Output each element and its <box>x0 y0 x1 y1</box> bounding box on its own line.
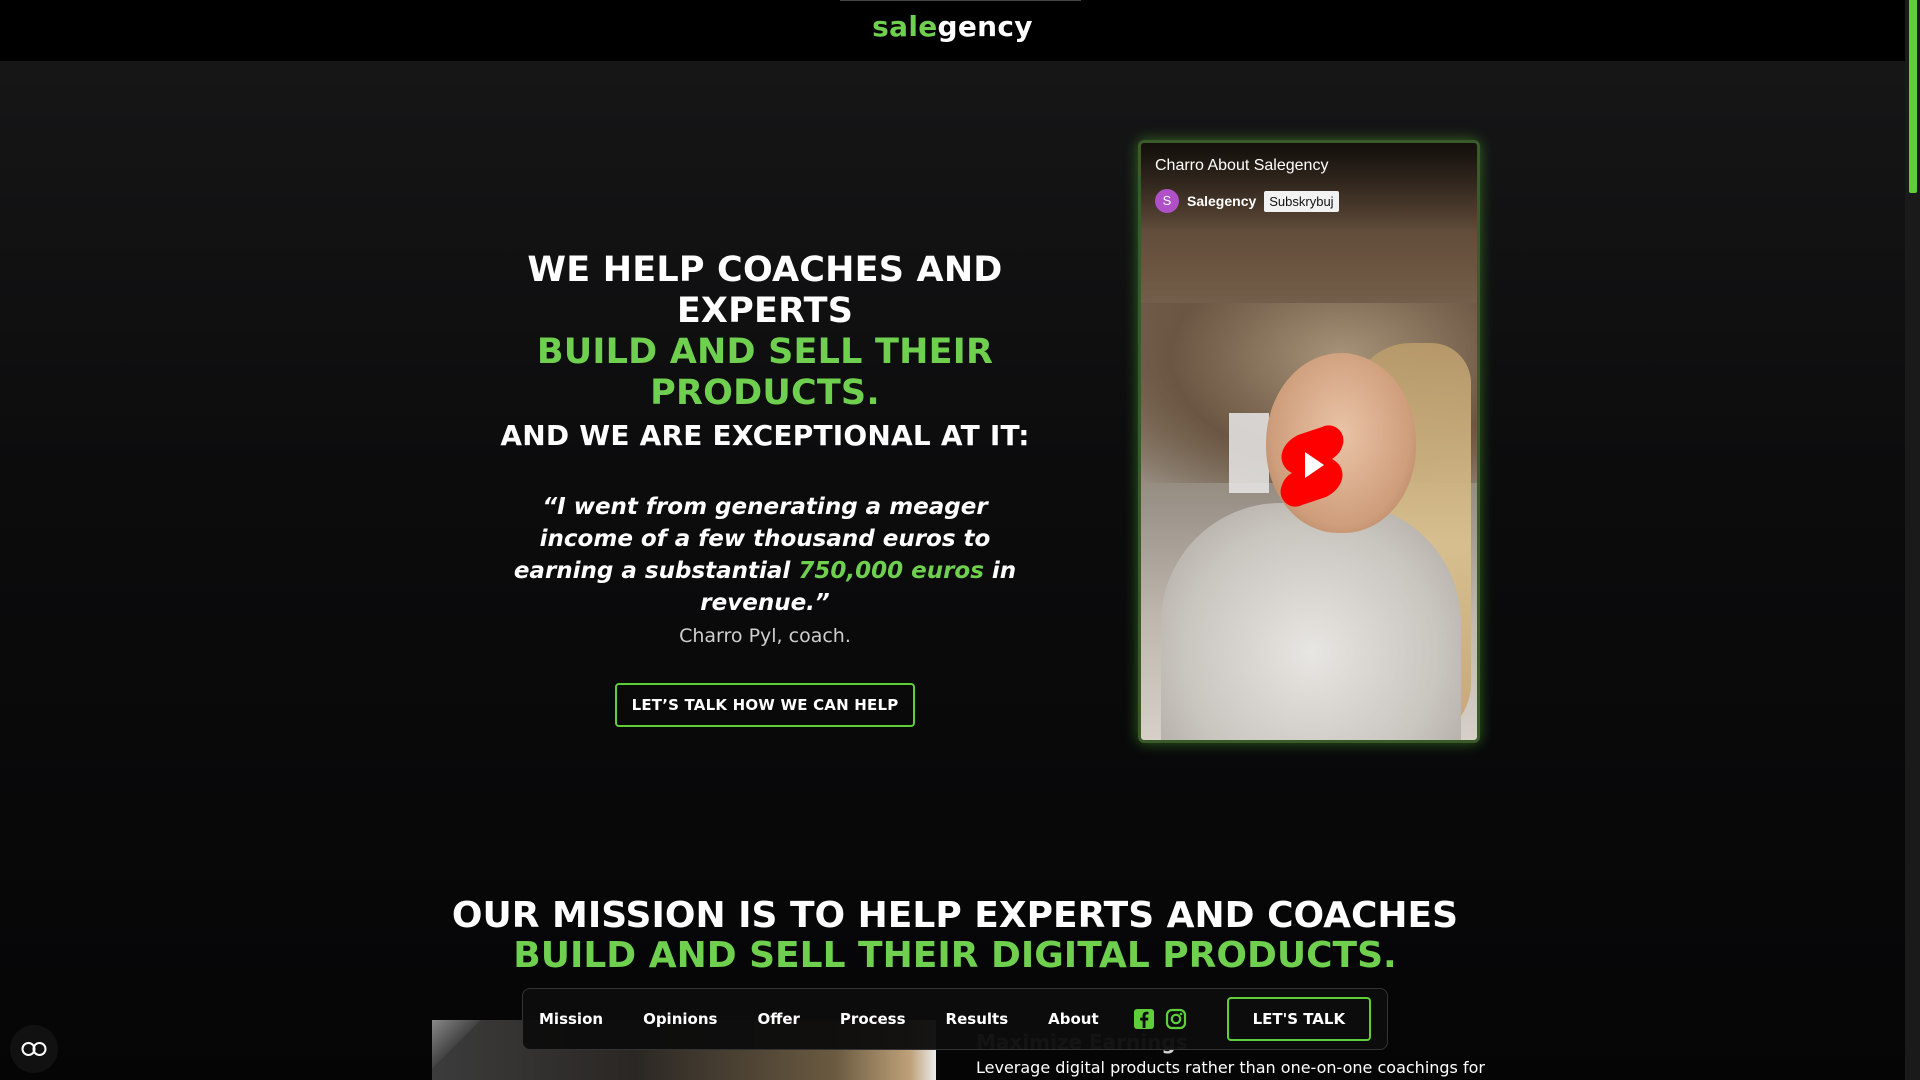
quote-highlight: 750,000 euros <box>798 558 984 584</box>
instagram-icon[interactable] <box>1165 1008 1187 1030</box>
hero-headline-line3: AND WE ARE EXCEPTIONAL AT IT: <box>500 419 1030 452</box>
subscribe-button[interactable]: Subskrybuj <box>1264 190 1339 212</box>
nav-item-about[interactable]: About <box>1048 1010 1099 1028</box>
nav-item-opinions[interactable]: Opinions <box>643 1010 717 1028</box>
lets-talk-help-button[interactable]: LET’S TALK HOW WE CAN HELP <box>615 683 915 727</box>
video-embed[interactable]: Charro About Salegency S Salegency Subsk… <box>1138 140 1480 743</box>
nav-item-results[interactable]: Results <box>946 1010 1009 1028</box>
logo-part-gency: gency <box>937 10 1033 43</box>
nav-item-offer[interactable]: Offer <box>757 1010 799 1028</box>
hero-headline-line2: BUILD AND SELL THEIR PRODUCTS. <box>536 332 994 413</box>
channel-avatar[interactable]: S <box>1155 189 1179 213</box>
accessibility-icon <box>21 1042 47 1056</box>
mission-line1: OUR MISSION IS TO HELP EXPERTS AND COACH… <box>451 895 1459 936</box>
mission-line2: BUILD AND SELL THEIR DIGITAL PRODUCTS. <box>513 935 1397 976</box>
hero-section: WE HELP COACHES AND EXPERTS BUILD AND SE… <box>440 250 1090 727</box>
testimonial-author: Charro Pyl, coach. <box>679 625 851 647</box>
video-hoodie <box>1161 503 1461 740</box>
nav-item-process[interactable]: Process <box>840 1010 906 1028</box>
lets-talk-button[interactable]: LET'S TALK <box>1226 997 1371 1041</box>
hero-headline-line1: WE HELP COACHES AND EXPERTS <box>527 250 1003 331</box>
video-channel: S Salegency Subskrybuj <box>1155 189 1339 213</box>
youtube-play-icon[interactable] <box>1278 423 1346 507</box>
top-header: salegency <box>0 0 1905 61</box>
logo-part-sale: sale <box>872 10 938 43</box>
video-title[interactable]: Charro About Salegency <box>1155 157 1328 175</box>
mission-heading: OUR MISSION IS TO HELP EXPERTS AND COACH… <box>0 896 1910 976</box>
header-divider <box>840 0 1081 1</box>
facebook-icon[interactable] <box>1133 1008 1155 1030</box>
scrollbar[interactable] <box>1905 0 1920 1080</box>
site-logo[interactable]: salegency <box>0 10 1905 43</box>
video-window <box>1229 413 1269 493</box>
section-image-beam <box>432 1020 492 1080</box>
channel-name[interactable]: Salegency <box>1187 193 1256 209</box>
social-icons <box>1133 1008 1187 1030</box>
floating-navbar: Mission Opinions Offer Process Results A… <box>522 988 1388 1050</box>
section-text: Leverage digital products rather than on… <box>976 1058 1485 1077</box>
accessibility-toggle-button[interactable] <box>10 1025 58 1073</box>
nav-item-mission[interactable]: Mission <box>539 1010 603 1028</box>
scrollbar-thumb[interactable] <box>1909 0 1917 193</box>
testimonial-quote: “I went from generating a meager income … <box>505 491 1025 619</box>
